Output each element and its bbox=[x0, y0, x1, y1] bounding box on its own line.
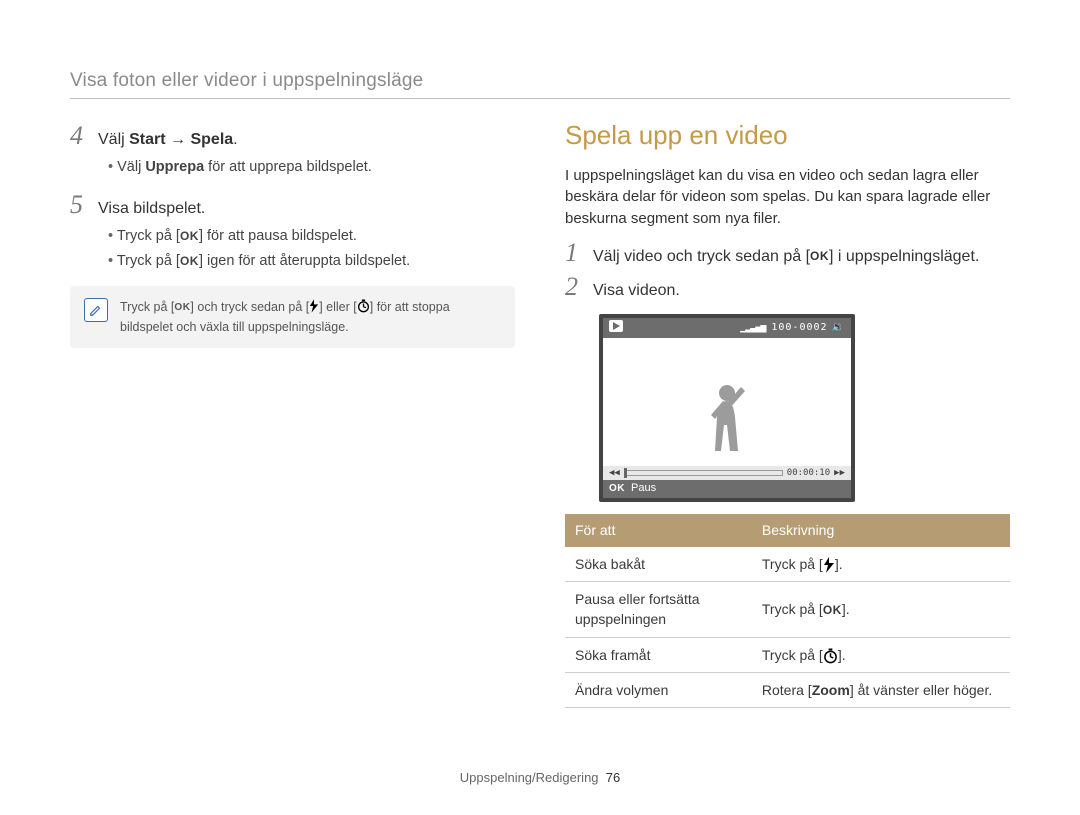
forward-icon: ▶▶ bbox=[834, 467, 845, 480]
step-number: 5 bbox=[70, 192, 88, 218]
step-text: Visa videon. bbox=[593, 279, 1010, 302]
video-illustration: ▁▂▃▄▅ 100-0002 🔉 ◀◀ 00:00:10 ▶▶ OK Paus bbox=[599, 314, 855, 502]
text: ] i uppspelningsläget. bbox=[829, 248, 979, 265]
ok-icon: OK bbox=[174, 301, 190, 316]
video-thumbnail bbox=[603, 338, 851, 466]
divider bbox=[70, 98, 1010, 99]
sound-icon: 🔉 bbox=[832, 321, 845, 336]
table-row: Pausa eller fortsätta uppspelningen Tryc… bbox=[565, 581, 1010, 637]
rewind-icon: ◀◀ bbox=[609, 467, 620, 480]
text: för att upprepa bildspelet. bbox=[204, 159, 372, 175]
ok-icon: OK bbox=[180, 253, 199, 270]
cell: Rotera [Zoom] åt vänster eller höger. bbox=[752, 672, 1010, 707]
controls-table: För att Beskrivning Söka bakåt Tryck på … bbox=[565, 514, 1010, 708]
left-column: 4 Välj Start → Spela. Välj Upprepa för a… bbox=[70, 117, 515, 730]
text: ] eller [ bbox=[319, 300, 357, 314]
cell: Söka framåt bbox=[565, 637, 752, 672]
step-number: 4 bbox=[70, 123, 88, 149]
note-icon bbox=[84, 298, 108, 322]
cell: Pausa eller fortsätta uppspelningen bbox=[565, 581, 752, 637]
step-text: Välj video och tryck sedan på [OK] i upp… bbox=[593, 245, 1010, 268]
video-controls: OK Paus bbox=[603, 480, 851, 498]
list-item: Tryck på [OK] för att pausa bildspelet. bbox=[108, 226, 515, 247]
step-text: Visa bildspelet. bbox=[98, 197, 515, 220]
page-number: 76 bbox=[606, 770, 620, 785]
text: . bbox=[233, 131, 237, 148]
text: Välj video och tryck sedan på [ bbox=[593, 248, 810, 265]
list-item: Välj Upprepa för att upprepa bildspelet. bbox=[108, 157, 515, 178]
time-display: 00:00:10 bbox=[787, 467, 830, 480]
text: Tryck på [ bbox=[117, 228, 180, 244]
text: → bbox=[166, 131, 191, 148]
text: ] och tryck sedan på [ bbox=[190, 300, 309, 314]
ok-icon: OK bbox=[810, 248, 829, 265]
ok-icon: OK bbox=[609, 482, 625, 497]
flash-icon bbox=[309, 299, 319, 318]
text: ]. bbox=[838, 647, 846, 663]
text: ] åt vänster eller höger. bbox=[850, 682, 992, 698]
intro-text: I uppspelningsläget kan du visa en video… bbox=[565, 165, 1010, 230]
pause-label: Paus bbox=[631, 481, 656, 497]
table-row: Söka framåt Tryck på []. bbox=[565, 637, 1010, 672]
timer-icon bbox=[357, 299, 370, 318]
video-progress: ◀◀ 00:00:10 ▶▶ bbox=[603, 466, 851, 480]
text: ]. bbox=[835, 556, 843, 572]
flash-icon bbox=[823, 557, 835, 573]
cell: Tryck på []. bbox=[752, 637, 1010, 672]
text: ]. bbox=[842, 601, 850, 617]
text: Välj bbox=[98, 131, 129, 148]
text: Tryck på [ bbox=[762, 601, 823, 617]
play-mode-icon bbox=[609, 320, 623, 338]
note-text: Tryck på [OK] och tryck sedan på [ ] elle… bbox=[120, 298, 501, 335]
step-1: 1 Välj video och tryck sedan på [OK] i u… bbox=[565, 240, 1010, 268]
step-4: 4 Välj Start → Spela. bbox=[70, 123, 515, 151]
bold-text: Zoom bbox=[812, 682, 850, 698]
text: Välj bbox=[117, 159, 145, 175]
th-action: För att bbox=[565, 514, 752, 546]
text: ] igen för att återuppta bildspelet. bbox=[199, 253, 410, 269]
cell: Tryck på []. bbox=[752, 547, 1010, 582]
progress-bar bbox=[624, 470, 783, 476]
footer-section: Uppspelning/Redigering bbox=[460, 770, 599, 785]
footer: Uppspelning/Redigering 76 bbox=[70, 730, 1010, 785]
table-row: Söka bakåt Tryck på []. bbox=[565, 547, 1010, 582]
bold-text: Spela bbox=[190, 131, 233, 148]
page-title: Visa foton eller videor i uppspelningslä… bbox=[70, 70, 1010, 92]
bold-text: Upprepa bbox=[145, 159, 204, 175]
step-text: Välj Start → Spela. bbox=[98, 128, 515, 151]
text: Tryck på [ bbox=[117, 253, 180, 269]
file-counter: 100-0002 bbox=[771, 321, 827, 336]
cell: Ändra volymen bbox=[565, 672, 752, 707]
right-column: Spela upp en video I uppspelningsläget k… bbox=[565, 117, 1010, 730]
text: ] för att pausa bildspelet. bbox=[199, 228, 357, 244]
text: Tryck på [ bbox=[120, 300, 174, 314]
timer-icon bbox=[823, 648, 838, 664]
th-description: Beskrivning bbox=[752, 514, 1010, 546]
video-statusbar: ▁▂▃▄▅ 100-0002 🔉 bbox=[603, 318, 851, 338]
text: Tryck på [ bbox=[762, 647, 823, 663]
note-box: Tryck på [OK] och tryck sedan på [ ] elle… bbox=[70, 286, 515, 347]
step-number: 2 bbox=[565, 274, 583, 300]
step-5: 5 Visa bildspelet. bbox=[70, 192, 515, 220]
cell: Tryck på [OK]. bbox=[752, 581, 1010, 637]
ok-icon: OK bbox=[180, 228, 199, 245]
list-item: Tryck på [OK] igen för att återuppta bil… bbox=[108, 251, 515, 272]
text: Tryck på [ bbox=[762, 556, 823, 572]
cell: Söka bakåt bbox=[565, 547, 752, 582]
section-heading: Spela upp en video bbox=[565, 117, 1010, 155]
table-row: Ändra volymen Rotera [Zoom] åt vänster e… bbox=[565, 672, 1010, 707]
signal-icon: ▁▂▃▄▅ bbox=[740, 321, 765, 336]
text: Rotera [ bbox=[762, 682, 812, 698]
ok-icon: OK bbox=[823, 602, 842, 619]
bold-text: Start bbox=[129, 131, 165, 148]
step-number: 1 bbox=[565, 240, 583, 266]
step-2: 2 Visa videon. bbox=[565, 274, 1010, 302]
